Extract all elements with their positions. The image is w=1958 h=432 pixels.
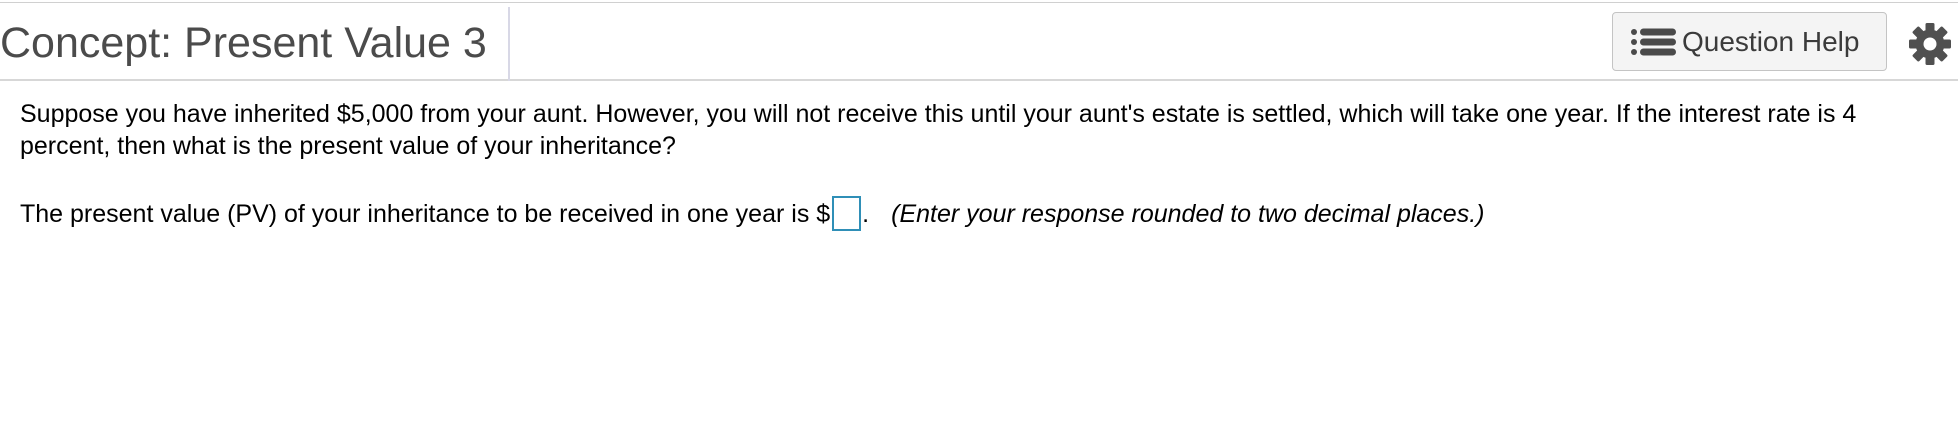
question-page: Concept: Present Value 3 Question Help S… bbox=[0, 0, 1958, 432]
gear-icon[interactable] bbox=[1908, 22, 1952, 66]
list-icon bbox=[1631, 28, 1676, 55]
title-divider bbox=[508, 7, 510, 81]
answer-period: . bbox=[862, 199, 870, 228]
question-text: Suppose you have inherited $5,000 from y… bbox=[20, 100, 1857, 160]
answer-input[interactable] bbox=[832, 196, 862, 231]
answer-line: The present value (PV) of your inheritan… bbox=[20, 196, 1484, 231]
page-title: Concept: Present Value 3 bbox=[0, 19, 487, 67]
answer-hint: (Enter your response rounded to two deci… bbox=[891, 199, 1485, 228]
question-help-label: Question Help bbox=[1682, 25, 1860, 57]
question-help-button[interactable]: Question Help bbox=[1612, 12, 1887, 71]
answer-prompt: The present value (PV) of your inheritan… bbox=[20, 199, 831, 228]
header-bar: Concept: Present Value 3 Question Help bbox=[0, 3, 1958, 81]
